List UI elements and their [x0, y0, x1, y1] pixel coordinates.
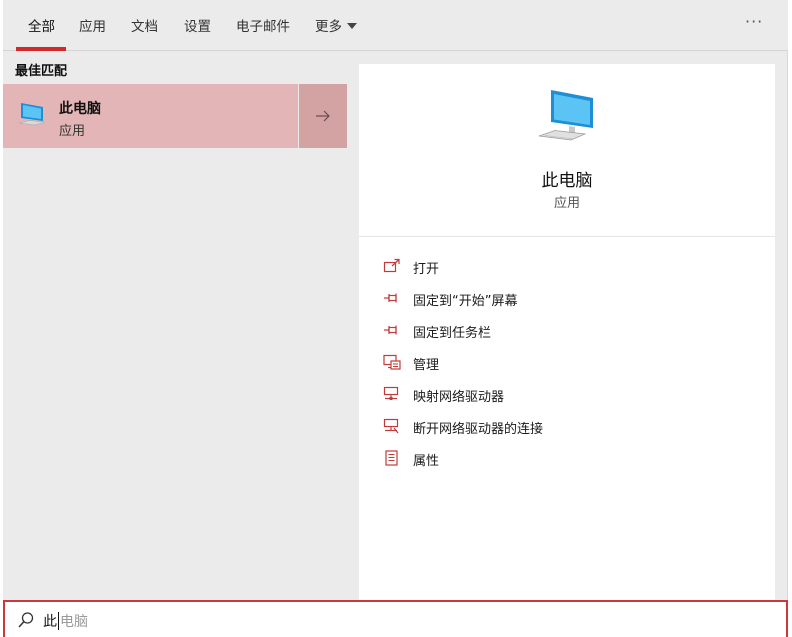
properties-icon — [385, 450, 398, 466]
best-match-result[interactable]: 此电脑 应用 — [3, 84, 298, 148]
detail-card: 此电脑 应用 打开 固定到“开始”屏幕 固定到任务栏 管理 映射网络驱动器 断开… — [359, 64, 775, 600]
best-match-title: 此电脑 — [59, 101, 101, 117]
network-drive-icon — [383, 418, 399, 434]
tab-more-label: 更多 — [315, 19, 342, 35]
detail-subtitle: 应用 — [553, 196, 580, 211]
manage-icon — [383, 354, 401, 370]
computer-icon — [538, 90, 593, 141]
chevron-down-icon — [347, 23, 357, 29]
action-label: 管理 — [413, 358, 440, 373]
network-drive-icon — [383, 386, 399, 400]
pin-icon — [384, 293, 397, 303]
action-label: 打开 — [413, 262, 440, 277]
tab-more[interactable]: 更多 — [315, 15, 357, 35]
open-icon — [383, 258, 400, 273]
pin-icon — [384, 325, 397, 335]
action-label: 映射网络驱动器 — [413, 390, 505, 405]
arrow-right-icon — [316, 110, 330, 122]
action-label: 固定到任务栏 — [413, 326, 492, 341]
action-label: 属性 — [413, 454, 440, 469]
divider — [359, 236, 775, 237]
detail-title: 此电脑 — [541, 171, 593, 191]
action-label: 断开网络驱动器的连接 — [413, 422, 544, 437]
active-tab-indicator — [16, 47, 66, 51]
tab-all[interactable]: 全部 — [28, 15, 55, 35]
tab-apps[interactable]: 应用 — [79, 15, 106, 35]
best-match-heading: 最佳匹配 — [15, 64, 68, 79]
tab-documents[interactable]: 文档 — [131, 15, 158, 35]
search-panel: 全部 应用 文档 设置 电子邮件 更多 ··· 最佳匹配 此电脑 应用 此电脑 … — [3, 0, 788, 600]
search-typed-text: 此 — [43, 614, 57, 630]
action-label: 固定到“开始”屏幕 — [413, 294, 518, 309]
computer-icon — [18, 103, 46, 126]
tab-settings[interactable]: 设置 — [184, 15, 211, 35]
search-input[interactable]: 此电脑 — [43, 611, 88, 631]
open-details-button[interactable] — [299, 84, 347, 148]
text-cursor — [58, 612, 59, 630]
search-icon — [18, 612, 34, 628]
tab-email[interactable]: 电子邮件 — [236, 15, 290, 35]
filter-tab-bar: 全部 应用 文档 设置 电子邮件 更多 ··· — [3, 0, 788, 51]
search-box[interactable]: 此电脑 — [3, 600, 788, 637]
search-autocomplete: 电脑 — [60, 614, 88, 630]
best-match-subtitle: 应用 — [59, 124, 86, 139]
more-options-icon[interactable]: ··· — [745, 12, 763, 31]
